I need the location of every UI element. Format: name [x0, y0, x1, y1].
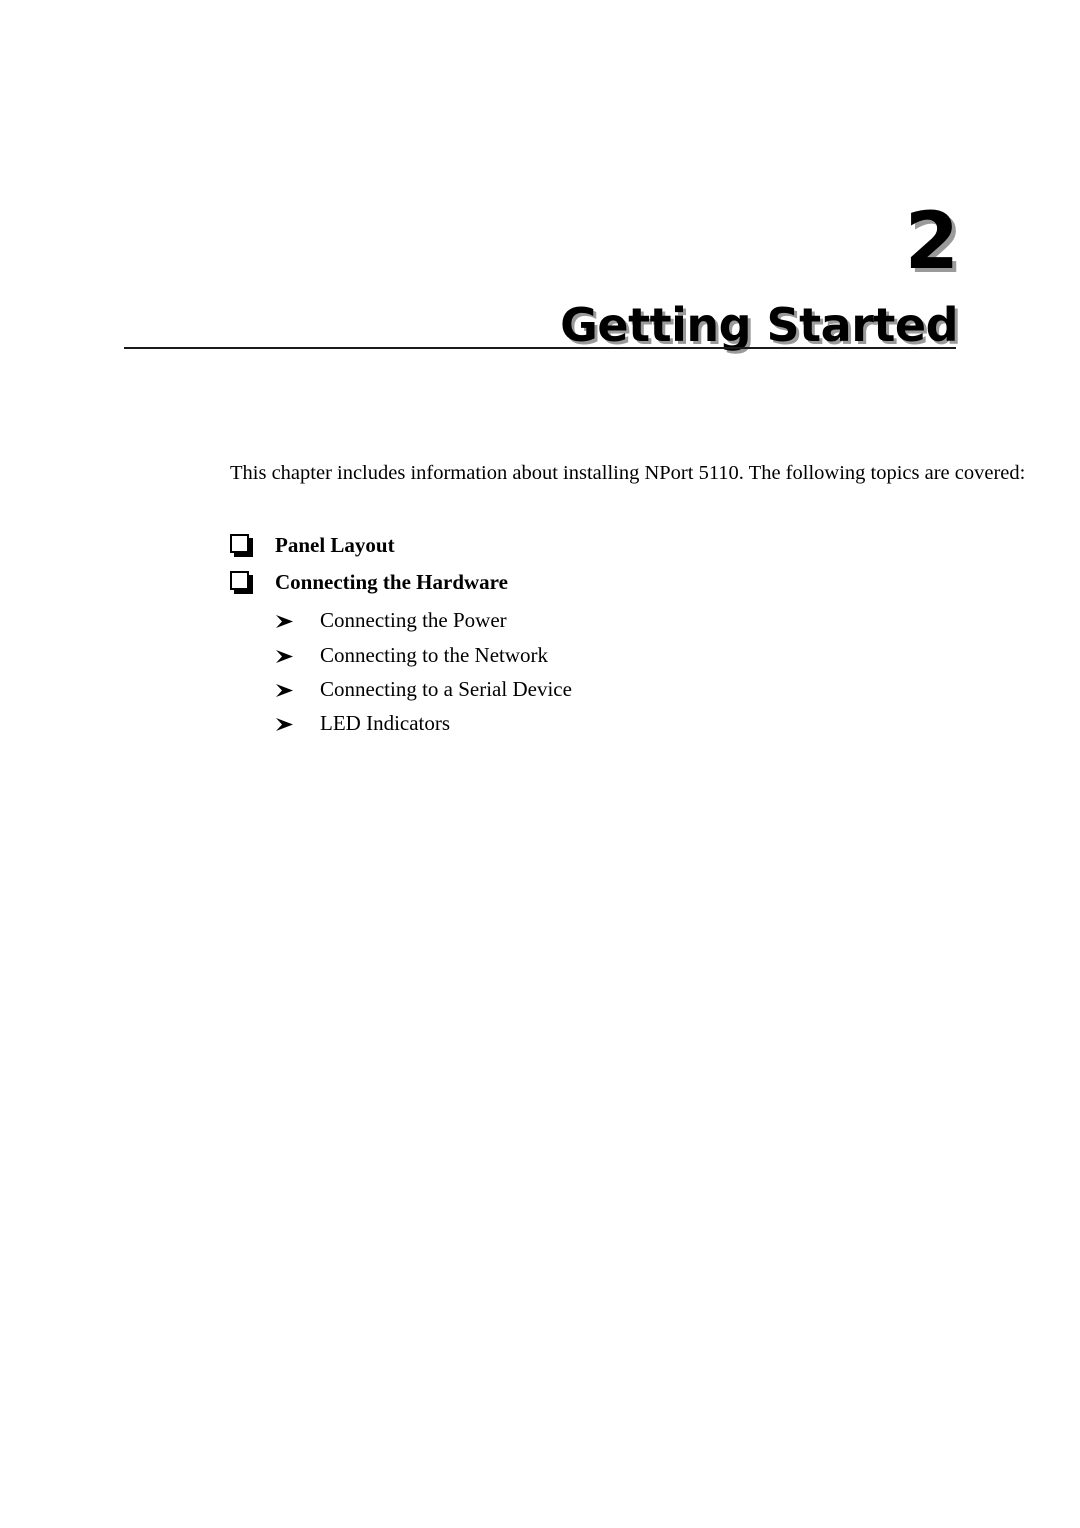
subtopic-item-connecting-to-the-network: Connecting to the Network [275, 641, 960, 669]
subtopics-list: Connecting the Power Connecting to the N… [230, 606, 960, 737]
body-content: This chapter includes information about … [230, 460, 1026, 744]
checkbox-marker-icon [230, 533, 275, 556]
arrow-marker-icon [275, 715, 320, 734]
topics-list: Panel Layout Connecting the Hardware Con… [230, 532, 960, 738]
intro-paragraph: This chapter includes information about … [230, 462, 1026, 484]
header-divider [124, 347, 956, 349]
topic-label: Panel Layout [275, 532, 395, 557]
subtopic-item-led-indicators: LED Indicators [275, 709, 960, 737]
subtopic-item-connecting-to-a-serial-device: Connecting to a Serial Device [275, 675, 960, 703]
subtopic-label: Connecting to a Serial Device [320, 676, 572, 701]
subtopic-label: LED Indicators [320, 711, 451, 736]
arrow-marker-icon [275, 612, 320, 631]
arrow-marker-icon [275, 681, 320, 700]
chapter-header: 2 Getting Started [124, 197, 959, 353]
topic-label: Connecting the Hardware [275, 569, 508, 594]
document-page: 2 Getting Started This chapter includes … [0, 0, 1080, 1528]
subtopic-label: Connecting the Power [320, 608, 507, 633]
topic-item-panel-layout: Panel Layout [230, 532, 960, 559]
checkbox-marker-icon [230, 570, 275, 593]
subtopic-item-connecting-the-power: Connecting the Power [275, 606, 960, 634]
chapter-number: 2 [904, 197, 959, 287]
subtopic-label: Connecting to the Network [320, 642, 549, 667]
topic-item-connecting-the-hardware: Connecting the Hardware [230, 569, 960, 596]
arrow-marker-icon [275, 647, 320, 666]
chapter-title: Getting Started [560, 298, 958, 353]
